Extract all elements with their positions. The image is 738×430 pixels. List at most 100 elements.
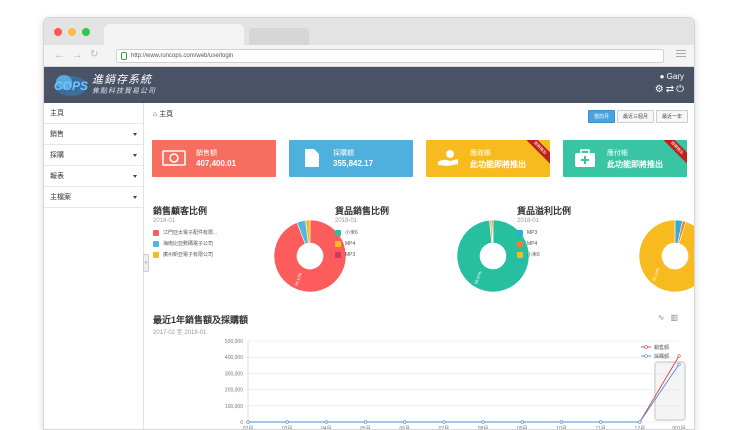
data-point[interactable] xyxy=(559,420,564,424)
data-point[interactable] xyxy=(677,354,681,358)
caret-down-icon xyxy=(133,133,137,136)
x-tick-label: 05月 xyxy=(360,426,371,430)
legend-item[interactable]: 海南比亞數碼電子公司 xyxy=(153,238,217,249)
app-subtitle: 焦點科技貿易公司 xyxy=(92,88,156,95)
legend-item[interactable]: MP4 xyxy=(335,238,358,249)
user-icon: ● xyxy=(659,72,665,81)
legend-label: 江門亞太電子配件有限... xyxy=(163,230,218,236)
legend-item[interactable]: 廣州新亞電子有限公司 xyxy=(153,249,217,260)
data-point[interactable] xyxy=(599,420,603,424)
card-value: 此功能即將推出 xyxy=(607,160,663,169)
legend-item[interactable]: MP3 xyxy=(335,249,358,260)
user-menu[interactable]: ● Gary xyxy=(660,72,684,81)
data-point[interactable] xyxy=(442,420,446,424)
sidebar-item-master[interactable]: 主檔案 xyxy=(44,187,143,208)
bar-chart-icon[interactable]: ▥ xyxy=(670,313,684,322)
y-tick-label: 200,000 xyxy=(225,388,243,394)
x-tick-label: 08月 xyxy=(478,426,489,430)
card-receivable[interactable]: 應收帳 此功能即將推出 即將推出 xyxy=(426,140,550,177)
data-point[interactable] xyxy=(481,420,485,424)
minimize-dot-icon[interactable] xyxy=(68,28,76,36)
legend-swatch xyxy=(517,240,523,247)
power-icon[interactable]: ⏻ xyxy=(676,84,686,95)
card-payable[interactable]: 應付帳 此功能即將推出 即將推出 xyxy=(563,140,687,177)
legend-item[interactable]: 小米6 xyxy=(335,227,358,238)
data-point[interactable] xyxy=(324,420,328,424)
range-current-month-button[interactable]: 當前月 xyxy=(587,110,615,123)
legend-label: 廣州新亞電子有限公司 xyxy=(163,252,214,258)
pie3-subtitle: 2018-01 xyxy=(517,218,540,224)
y-tick-label: 500,000 xyxy=(225,339,243,345)
card-label: 採購額 xyxy=(333,150,354,157)
line-chart-icon[interactable]: ∿ xyxy=(658,313,671,322)
close-dot-icon[interactable] xyxy=(54,28,62,36)
line-tools: ∿▥ xyxy=(658,313,684,322)
data-point[interactable] xyxy=(520,420,524,424)
legend-label: 海南比亞數碼電子公司 xyxy=(163,241,214,247)
range-one-year-button[interactable]: 最近一年 xyxy=(655,110,688,123)
main-content: ⌂ 主頁 當前月 最近三個月 最近一年 銷售額 407,400.01 採購額 3… xyxy=(145,103,695,430)
pie3-title: 貨品溢利比例 xyxy=(517,206,572,216)
legend-item[interactable]: 小米6 xyxy=(517,249,540,260)
line-title: 最近1年銷售額及採購額 xyxy=(153,315,249,325)
browser-menu-icon[interactable] xyxy=(676,50,686,57)
x-tick-label: 09月 xyxy=(517,426,528,430)
legend-label[interactable]: 採購額 xyxy=(654,353,669,360)
header-actions: ⚙⇄⏻ xyxy=(655,84,686,95)
cash-icon xyxy=(162,150,186,166)
sidebar-item-home[interactable]: 主頁 xyxy=(44,103,143,124)
card-purchase[interactable]: 採購額 355,842.17 xyxy=(289,140,413,177)
pie2-subtitle: 2018-01 xyxy=(335,218,358,224)
data-point[interactable] xyxy=(403,420,407,424)
card-label: 應收帳 xyxy=(470,150,491,157)
card-label: 銷售額 xyxy=(196,150,217,157)
series-line xyxy=(248,364,680,423)
new-tab-button[interactable] xyxy=(249,28,309,45)
maximize-dot-icon[interactable] xyxy=(82,28,90,36)
sidebar: 主頁 銷售 採購 報表 主檔案 xyxy=(44,103,144,429)
pie2-title: 貨品銷售比例 xyxy=(335,206,390,216)
card-value: 此功能即將推出 xyxy=(470,160,526,169)
legend-item[interactable]: MP4 xyxy=(517,238,540,249)
x-tick-label: 10月 xyxy=(556,426,567,430)
sidebar-item-label: 銷售 xyxy=(50,131,64,138)
browser-tab[interactable] xyxy=(104,24,244,45)
data-point[interactable] xyxy=(638,420,642,424)
sidebar-item-label: 主頁 xyxy=(50,110,64,117)
line-chart: 0100,000200,000300,000400,000500,00002月 0… xyxy=(225,339,686,430)
reload-icon[interactable]: ↻ xyxy=(90,49,98,60)
series-line xyxy=(248,355,680,423)
forward-arrow-icon[interactable]: → xyxy=(72,49,83,61)
range-three-months-button[interactable]: 最近三個月 xyxy=(616,110,654,123)
data-point[interactable] xyxy=(677,362,681,366)
address-bar[interactable]: http://www.runcops.com/web/userlogin xyxy=(116,49,664,63)
legend-swatch xyxy=(153,240,159,247)
data-point[interactable] xyxy=(285,420,289,424)
card-label: 應付帳 xyxy=(607,150,628,157)
y-tick-label: 400,000 xyxy=(225,355,243,361)
app-header: COPS 進銷存系統 焦點科技貿易公司 ● Gary ⚙⇄⏻ xyxy=(44,67,694,103)
x-tick-label: 04月 xyxy=(321,426,332,430)
pie2-legend: 小米6 MP4 MP3 xyxy=(335,227,358,260)
data-point[interactable] xyxy=(246,420,250,424)
pie-slice[interactable] xyxy=(638,219,695,293)
legend-item[interactable]: 江門亞太電子配件有限... xyxy=(153,227,217,238)
gear-icon[interactable]: ⚙ xyxy=(655,84,666,95)
data-point[interactable] xyxy=(363,420,368,424)
sidebar-item-purchase[interactable]: 採購 xyxy=(44,145,143,166)
back-arrow-icon[interactable]: ← xyxy=(54,49,65,61)
card-value: 355,842.17 xyxy=(333,159,374,168)
card-sales[interactable]: 銷售額 407,400.01 xyxy=(152,140,276,177)
breadcrumb: ⌂ 主頁 xyxy=(153,109,173,119)
legend-label: 小米6 xyxy=(527,252,540,258)
sidebar-item-sales[interactable]: 銷售 xyxy=(44,124,143,145)
y-tick-label: 100,000 xyxy=(225,404,243,410)
sidebar-item-label: 主檔案 xyxy=(50,194,71,201)
pie1-subtitle: 2018-01 xyxy=(153,218,176,224)
home-icon[interactable]: ⌂ xyxy=(153,111,157,118)
swap-icon[interactable]: ⇄ xyxy=(666,84,676,95)
legend-label[interactable]: 銷售額 xyxy=(654,344,669,351)
browser-toolbar: ← → ↻ http://www.runcops.com/web/userlog… xyxy=(44,45,694,67)
sidebar-item-reports[interactable]: 報表 xyxy=(44,166,143,187)
legend-item[interactable]: MP3 xyxy=(517,227,540,238)
